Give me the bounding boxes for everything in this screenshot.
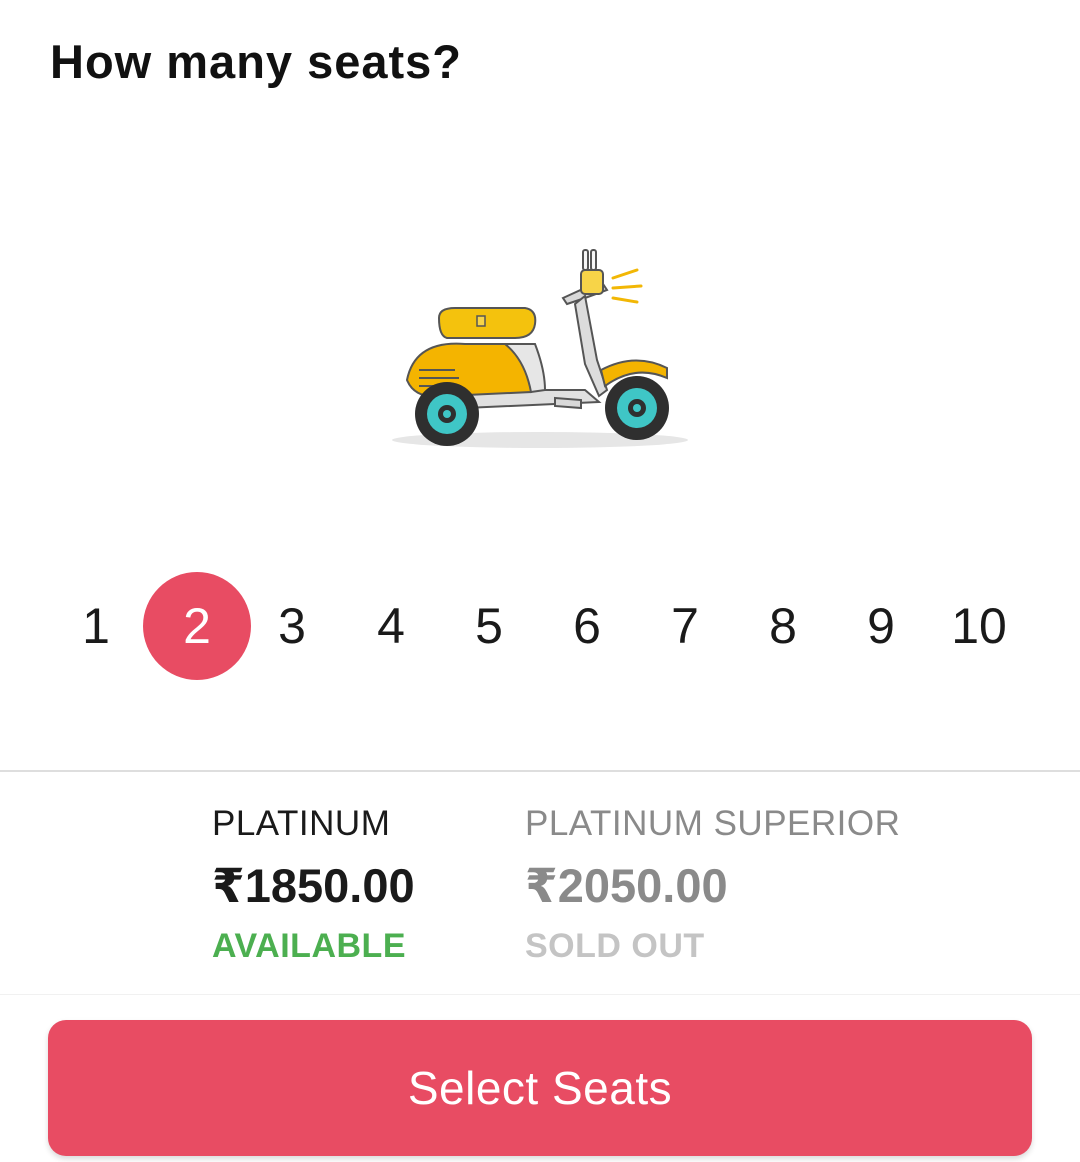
divider bbox=[0, 994, 1080, 995]
seat-option-6[interactable]: 6 bbox=[533, 572, 641, 680]
category-platinum: PLATINUM ₹1850.00 AVAILABLE bbox=[212, 802, 415, 968]
scooter-icon bbox=[392, 249, 688, 448]
seat-option-3[interactable]: 3 bbox=[238, 572, 346, 680]
seat-option-2[interactable]: 2 bbox=[143, 572, 251, 680]
seat-option-8[interactable]: 8 bbox=[729, 572, 837, 680]
availability-status: SOLD OUT bbox=[525, 927, 705, 965]
category-name: PLATINUM bbox=[212, 804, 391, 843]
category-price: ₹1850.00 bbox=[212, 859, 415, 912]
seat-option-9[interactable]: 9 bbox=[827, 572, 935, 680]
seat-option-5[interactable]: 5 bbox=[435, 572, 543, 680]
select-seats-button[interactable]: Select Seats bbox=[48, 1020, 1032, 1156]
divider bbox=[0, 770, 1080, 772]
seat-option-1[interactable]: 1 bbox=[42, 572, 150, 680]
page-title: How many seats? bbox=[50, 35, 463, 88]
category-name: PLATINUM SUPERIOR bbox=[525, 804, 901, 843]
scooter-illustration bbox=[385, 240, 695, 460]
availability-status: AVAILABLE bbox=[212, 927, 407, 965]
category-platinum-superior: PLATINUM SUPERIOR ₹2050.00 SOLD OUT bbox=[525, 802, 900, 968]
seat-option-10[interactable]: 10 bbox=[925, 572, 1033, 680]
category-price: ₹2050.00 bbox=[525, 859, 728, 912]
seat-count-selector: 1 2 3 4 5 6 7 8 9 10 bbox=[0, 572, 1080, 680]
seat-option-4[interactable]: 4 bbox=[337, 572, 445, 680]
seat-option-7[interactable]: 7 bbox=[631, 572, 739, 680]
